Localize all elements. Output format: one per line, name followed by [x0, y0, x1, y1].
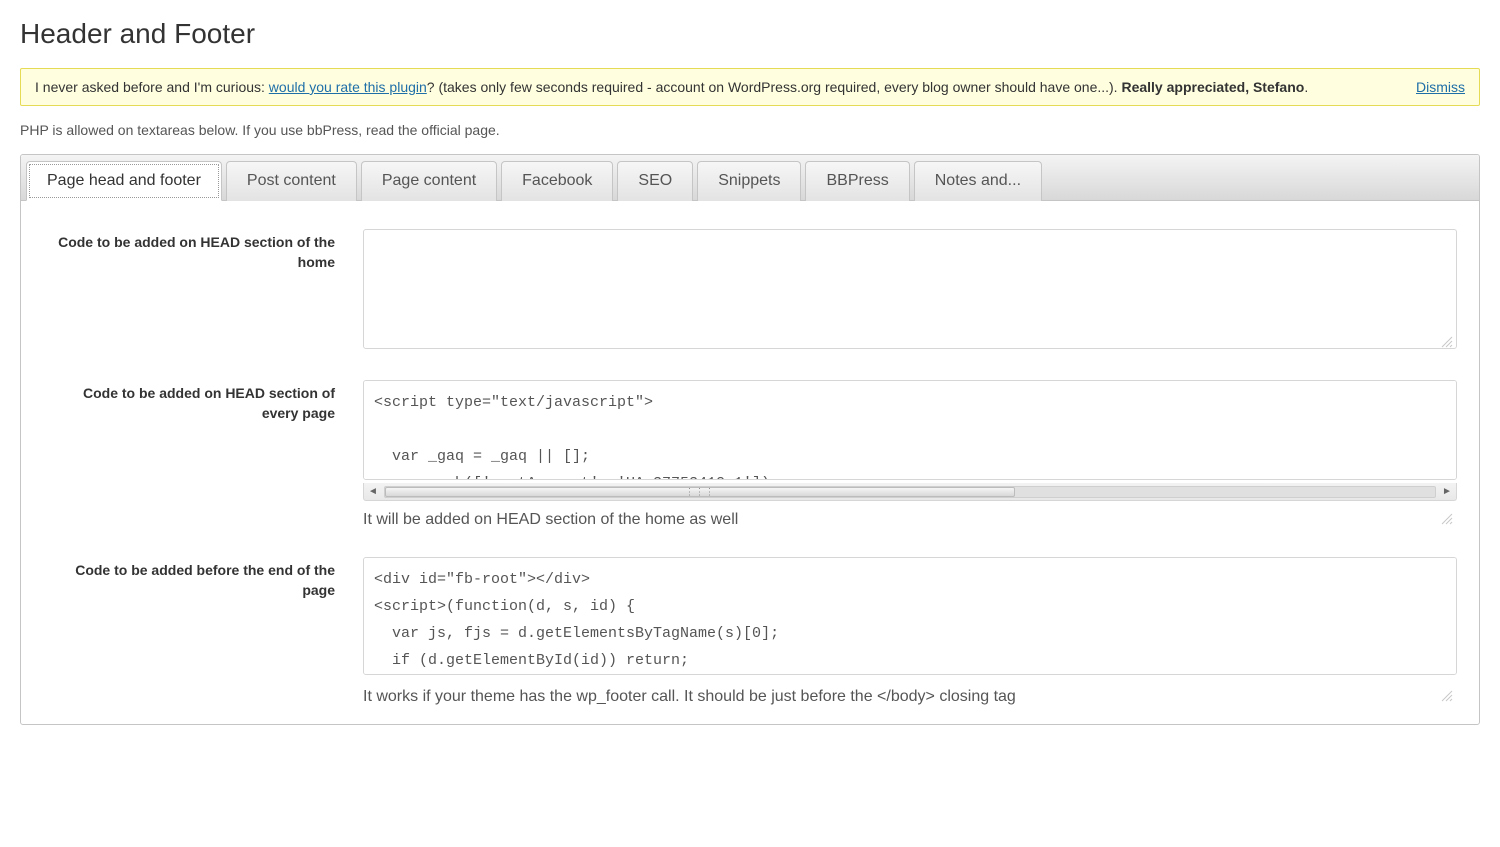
notice-suffix: ? (takes only few seconds required - acc… — [427, 79, 1122, 95]
rating-notice: I never asked before and I'm curious: wo… — [20, 68, 1480, 106]
tab-seo[interactable]: SEO — [617, 161, 693, 201]
horizontal-scrollbar[interactable]: ◄ ⋮⋮⋮ ► — [363, 483, 1457, 501]
scroll-track[interactable]: ⋮⋮⋮ — [384, 486, 1436, 498]
textarea-head-home[interactable] — [363, 229, 1457, 349]
row-end-page: Code to be added before the end of the p… — [43, 557, 1457, 706]
tab-facebook[interactable]: Facebook — [501, 161, 613, 201]
tab-page-head-and-footer[interactable]: Page head and footer — [26, 161, 222, 201]
intro-text: PHP is allowed on textareas below. If yo… — [20, 122, 1480, 138]
tab-notes[interactable]: Notes and... — [914, 161, 1042, 201]
tab-bbpress[interactable]: BBPress — [805, 161, 909, 201]
row-head-home: Code to be added on HEAD section of the … — [43, 229, 1457, 352]
notice-period: . — [1304, 79, 1308, 95]
tab-content: Code to be added on HEAD section of the … — [21, 201, 1479, 724]
tab-bar: Page head and footer Post content Page c… — [21, 155, 1479, 201]
scroll-thumb[interactable]: ⋮⋮⋮ — [385, 487, 1015, 497]
scroll-left-icon[interactable]: ◄ — [364, 484, 382, 500]
tab-snippets[interactable]: Snippets — [697, 161, 801, 201]
notice-bold: Really appreciated, Stefano — [1121, 79, 1304, 95]
textarea-head-every[interactable] — [363, 380, 1457, 480]
row-head-every: Code to be added on HEAD section of ever… — [43, 380, 1457, 529]
settings-panel: Page head and footer Post content Page c… — [20, 154, 1480, 725]
scroll-right-icon[interactable]: ► — [1438, 484, 1456, 500]
tab-post-content[interactable]: Post content — [226, 161, 357, 201]
page-title: Header and Footer — [20, 18, 1480, 50]
help-end-page: It works if your theme has the wp_footer… — [363, 688, 1457, 706]
help-head-every: It will be added on HEAD section of the … — [363, 511, 1457, 529]
tab-page-content[interactable]: Page content — [361, 161, 497, 201]
dismiss-link[interactable]: Dismiss — [1416, 79, 1465, 95]
notice-prefix: I never asked before and I'm curious: — [35, 79, 269, 95]
textarea-end-page[interactable] — [363, 557, 1457, 675]
rate-plugin-link[interactable]: would you rate this plugin — [269, 79, 427, 95]
label-head-every: Code to be added on HEAD section of ever… — [43, 380, 363, 423]
label-end-page: Code to be added before the end of the p… — [43, 557, 363, 600]
label-head-home: Code to be added on HEAD section of the … — [43, 229, 363, 272]
